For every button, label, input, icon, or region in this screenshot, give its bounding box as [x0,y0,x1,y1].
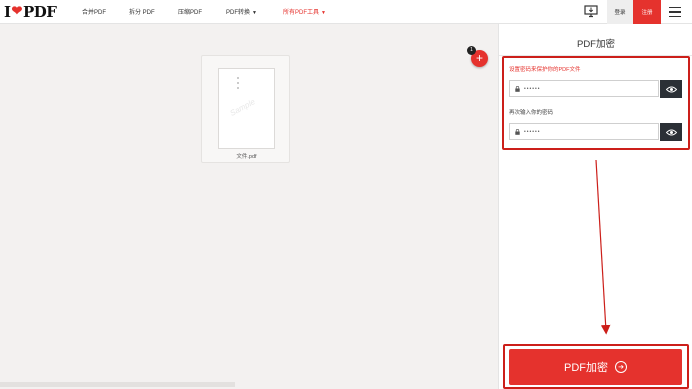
top-navbar: I ❤ PDF 合并PDF 拆分 PDF 压缩PDF PDF转换 ▼ 所有PDF工具 ▼… [0,0,692,24]
desktop-download-button[interactable] [582,2,600,20]
signup-button[interactable]: 注册 [633,0,661,24]
encrypt-pdf-button-label: PDF加密 [564,362,608,374]
logo-suffix: PDF [22,2,57,21]
confirm-password-label: 再次输入你的密码 [509,110,554,116]
eye-icon [665,129,677,135]
nav-compress-pdf[interactable]: 压缩PDF [178,7,202,16]
password-value: •••••• [524,85,541,92]
options-sidebar: PDF加密 设置密码来保护你的PDF文件 •••••• 再次输入你的密码 •••… [498,24,692,389]
sidebar-title: PDF加密 [576,39,615,50]
file-count-badge: 1 [467,46,476,55]
show-confirm-password-button[interactable] [660,123,682,141]
ilovepdf-logo[interactable]: I ❤ PDF [4,2,57,21]
chevron-down-icon: ▼ [252,10,257,16]
eye-icon [665,86,677,92]
nav-split-pdf[interactable]: 拆分 PDF [129,7,155,16]
heart-icon: ❤ [11,4,23,19]
thumbnail-dots [237,77,240,89]
horizontal-scrollbar[interactable] [0,382,235,387]
show-password-button[interactable] [660,80,682,98]
monitor-download-icon [584,4,598,17]
nav-merge-pdf[interactable]: 合并PDF [82,7,106,16]
nav-convert-pdf[interactable]: PDF转换 ▼ [226,7,257,16]
file-name: 文件.pdf [236,154,257,160]
encrypt-pdf-button[interactable]: PDF加密 ➔ [509,349,682,385]
pdf-thumbnail: Sample [218,68,275,149]
password-input[interactable]: •••••• [509,80,659,97]
lock-icon [515,128,520,135]
logo-prefix: I [4,2,11,21]
chevron-down-icon: ▼ [321,10,326,16]
confirm-password-input[interactable]: •••••• [509,123,659,140]
file-card[interactable]: Sample 文件.pdf [201,55,290,163]
login-button[interactable]: 登录 [607,0,633,24]
nav-all-pdf-tools[interactable]: 所有PDF工具 ▼ [283,7,326,16]
thumbnail-watermark: Sample [228,97,257,118]
hamburger-menu-icon[interactable] [668,5,682,19]
arrow-right-circle-icon: ➔ [615,361,627,373]
lock-icon [515,85,520,92]
password-label: 设置密码来保护你的PDF文件 [509,67,581,73]
confirm-password-value: •••••• [524,128,541,135]
